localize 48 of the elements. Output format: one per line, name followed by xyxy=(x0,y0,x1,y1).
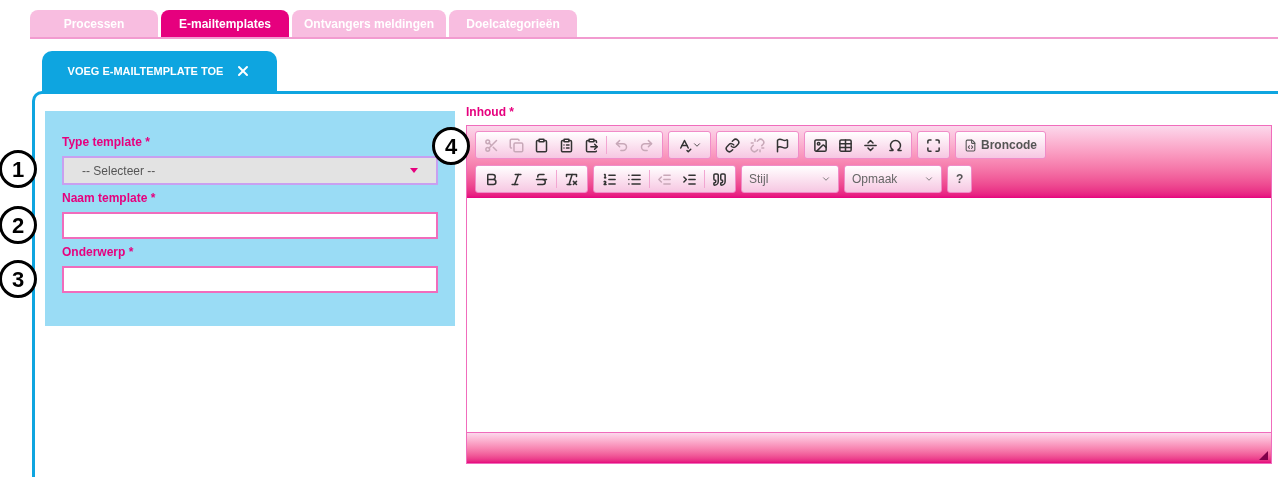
toolbar-button[interactable]: ? xyxy=(951,168,969,190)
outdent-icon xyxy=(657,171,672,187)
horizontal-line-icon xyxy=(863,137,878,153)
caret-icon xyxy=(924,174,934,184)
number-marker: 3 xyxy=(0,260,37,298)
tab[interactable]: VOEG E-MAILTEMPLATE TOE xyxy=(42,51,277,91)
number-marker: 2 xyxy=(0,206,37,244)
copy-icon xyxy=(509,137,524,153)
image-icon xyxy=(813,137,828,153)
field-label: Type template * xyxy=(62,134,151,151)
spellcheck-icon xyxy=(677,137,692,153)
text-field[interactable] xyxy=(62,212,438,239)
caret-icon xyxy=(692,140,702,150)
remove-format-icon xyxy=(564,171,579,187)
caret-icon xyxy=(821,174,831,184)
table-icon xyxy=(838,137,853,153)
strikethrough-icon xyxy=(534,171,549,187)
source-icon xyxy=(964,138,977,152)
clipboard-paste-icon xyxy=(584,137,599,153)
clipboard-icon xyxy=(534,137,549,153)
undo-icon xyxy=(614,137,629,153)
italic-icon xyxy=(509,171,524,187)
unlink-icon xyxy=(750,137,765,153)
scissors-icon xyxy=(484,137,499,153)
text-field[interactable] xyxy=(62,266,438,293)
caret-icon xyxy=(410,168,418,173)
indent-icon xyxy=(682,171,697,187)
select-field[interactable]: -- Selecteer -- xyxy=(62,156,438,185)
resize-handle-icon[interactable] xyxy=(1259,451,1268,460)
rich-text-editor[interactable]: Broncode Stijl Opmaak ? xyxy=(466,125,1272,464)
field-label: Onderwerp * xyxy=(62,244,135,261)
format-dropdown[interactable]: Opmaak xyxy=(848,168,938,190)
field-label: Naam template * xyxy=(62,190,157,207)
toolbar-button[interactable]: Broncode xyxy=(959,134,1042,156)
maximize-icon xyxy=(926,137,941,153)
bold-icon xyxy=(484,171,499,187)
tab[interactable]: E-mailtemplates xyxy=(161,10,289,37)
field-label: Inhoud * xyxy=(466,104,515,121)
redo-icon xyxy=(639,137,654,153)
flag-icon xyxy=(775,137,790,153)
omega-icon xyxy=(888,137,903,153)
format-dropdown[interactable]: Stijl xyxy=(745,168,835,190)
number-marker: 1 xyxy=(0,150,37,188)
quote-icon xyxy=(712,171,727,187)
link-icon xyxy=(725,137,740,153)
bullet-list-icon xyxy=(627,171,642,187)
numbered-list-icon xyxy=(602,171,617,187)
clipboard-list-icon xyxy=(559,137,574,153)
